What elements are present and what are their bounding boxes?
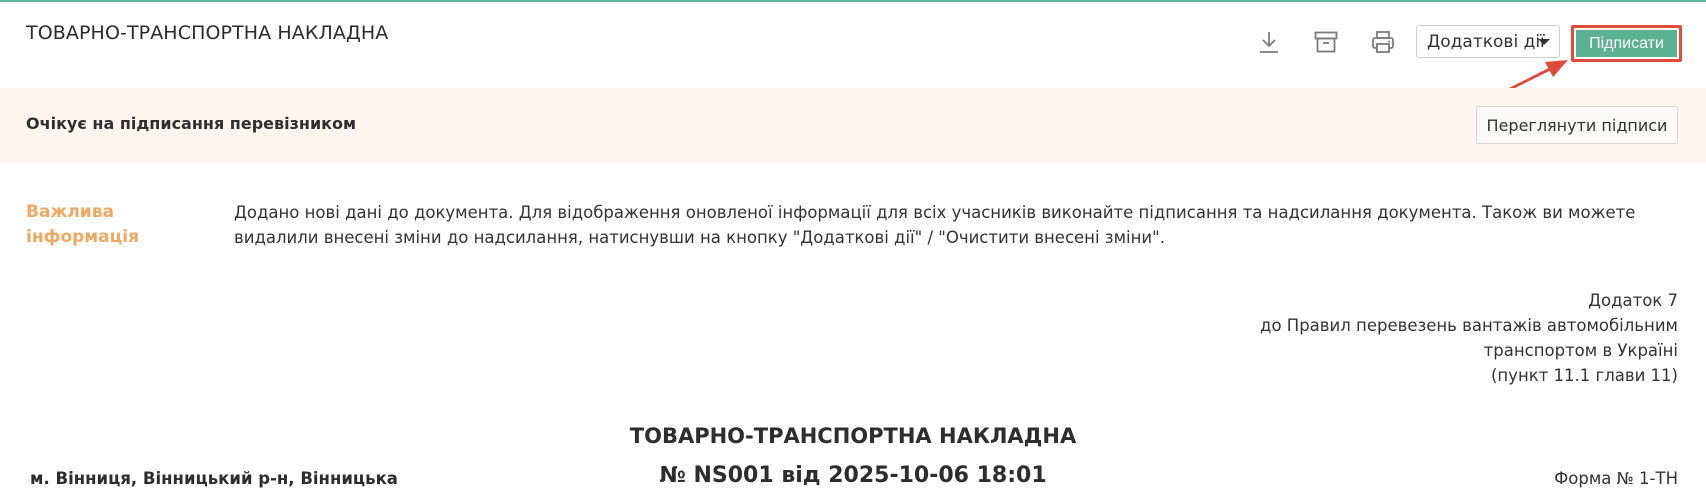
document-number: № NS001 від 2025-10-06 18:01 — [659, 463, 1047, 488]
download-icon — [1260, 32, 1278, 53]
download-button[interactable] — [1252, 25, 1286, 59]
chevron-down-icon — [1538, 39, 1550, 45]
page-title: ТОВАРНО-ТРАНСПОРТНА НАКЛАДНА — [26, 22, 389, 44]
print-icon — [1372, 31, 1394, 53]
form-title: ТОВАРНО-ТРАНСПОРТНА НАКЛАДНА — [629, 424, 1077, 448]
print-button[interactable] — [1366, 25, 1400, 59]
important-info-text: Додано нові дані до документа. Для відоб… — [234, 203, 1636, 247]
appendix-note: Додаток 7 до Правил перевезень вантажів … — [1260, 291, 1678, 385]
view-signatures-button[interactable]: Переглянути підписи — [1476, 106, 1678, 144]
important-info-label: Важлива інформація — [26, 202, 139, 247]
sign-button[interactable]: Підписати — [1576, 30, 1677, 57]
archive-button[interactable] — [1309, 25, 1343, 59]
status-bar: Очікує на підписання перевізником Перегл… — [0, 88, 1706, 162]
archive-icon — [1314, 31, 1338, 53]
status-text: Очікує на підписання перевізником — [26, 114, 357, 133]
form-number: Форма № 1-ТН — [1554, 469, 1678, 488]
additional-actions-label: Додаткові дії — [1427, 31, 1545, 52]
additional-actions-dropdown[interactable]: Додаткові дії — [1416, 25, 1560, 58]
page-header: ТОВАРНО-ТРАНСПОРТНА НАКЛАДНА Додаткові д… — [0, 0, 1706, 88]
